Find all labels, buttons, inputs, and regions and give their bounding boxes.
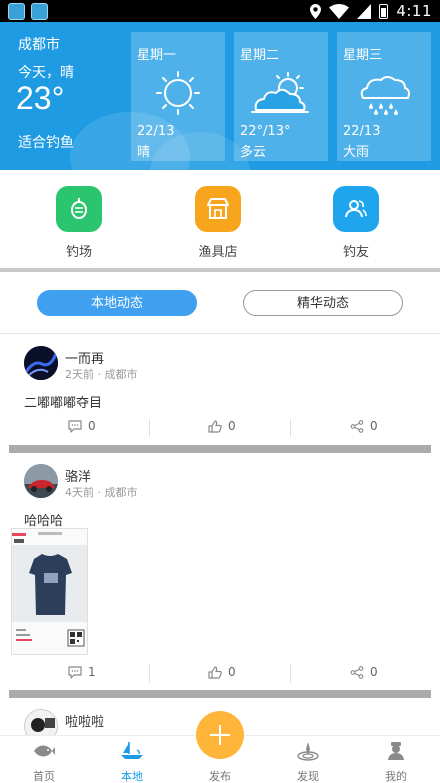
status-time: 4:11: [396, 2, 432, 20]
forecast-condition: 多云: [240, 145, 267, 160]
post-actions: 0 0 0: [0, 419, 440, 439]
nav-profile[interactable]: 我的: [366, 740, 426, 783]
fishing-advice: 适合钓鱼: [18, 135, 74, 151]
thumbs-up-icon: [208, 419, 222, 433]
comment-button[interactable]: 1: [68, 665, 96, 679]
forecast-range: 22/13: [137, 124, 175, 139]
forecast-range: 22/13: [343, 124, 381, 139]
weather-panel[interactable]: 成都市 今天，晴 23° 适合钓鱼 星期一 22/13 晴 星期二 22°/13…: [0, 22, 440, 170]
status-bar: 4:11: [0, 0, 440, 22]
post-actions: 1 0 0: [0, 665, 440, 685]
post-divider: [9, 445, 431, 453]
forecast-card-tuesday[interactable]: 星期二 22°/13° 多云: [234, 32, 328, 161]
quick-entry-bar: 钓场 渔具店 钓友: [0, 170, 440, 268]
nav-label: 首页: [33, 770, 55, 783]
status-icons: 4:11: [310, 2, 432, 20]
comment-icon: [68, 419, 82, 433]
forecast-condition: 晴: [137, 145, 151, 160]
like-count: 0: [228, 419, 236, 433]
action-separator: [149, 419, 150, 437]
quick-entry-fishing-spot[interactable]: 钓场: [34, 186, 124, 260]
nav-discover[interactable]: 发现: [278, 740, 338, 783]
nav-home[interactable]: 首页: [14, 740, 74, 783]
weather-temperature: 23°: [16, 80, 65, 116]
fish-icon: [14, 740, 74, 762]
action-separator: [290, 419, 291, 437]
comment-count: 0: [88, 419, 96, 433]
post-text: 哈哈哈: [24, 514, 64, 529]
weather-today: 今天，晴: [18, 65, 74, 81]
forecast-range: 22°/13°: [240, 124, 291, 139]
notification-app-icon: [31, 3, 48, 20]
quick-entry-friends[interactable]: 钓友: [311, 186, 401, 260]
forecast-condition: 大雨: [343, 145, 370, 160]
plus-icon: [210, 725, 230, 745]
nav-label: 发现: [297, 770, 319, 783]
action-separator: [290, 665, 291, 683]
friends-icon: [333, 186, 379, 232]
location-icon: [310, 3, 322, 19]
feed-post[interactable]: 一而再 2天前 · 成都市 二嘟嘟嘟夺目 0 0 0: [0, 335, 440, 445]
nav-label: 发布: [209, 770, 231, 783]
discover-icon: [278, 740, 338, 762]
battery-icon: [379, 3, 389, 19]
comment-icon: [68, 665, 82, 679]
quick-entry-label: 钓友: [342, 245, 369, 260]
forecast-card-monday[interactable]: 星期一 22/13 晴: [131, 32, 225, 161]
weather-city: 成都市: [18, 37, 60, 53]
forecast-day: 星期二: [240, 48, 280, 63]
share-icon: [350, 419, 364, 433]
share-count: 0: [370, 419, 378, 433]
feed-tabs: 本地动态 精华动态: [0, 272, 440, 334]
like-button[interactable]: 0: [208, 665, 236, 679]
sun-icon: [156, 71, 200, 115]
quick-entry-label: 钓场: [65, 245, 92, 260]
tab-featured-feed[interactable]: 精华动态: [243, 290, 403, 316]
wifi-icon: [329, 3, 350, 19]
comment-button[interactable]: 0: [68, 419, 96, 433]
post-divider: [9, 690, 431, 698]
boat-icon: [102, 740, 162, 762]
share-button[interactable]: 0: [350, 665, 378, 679]
quick-entry-tackle-shop[interactable]: 渔具店: [173, 186, 263, 260]
profile-icon: [366, 740, 426, 762]
tackle-shop-icon: [195, 186, 241, 232]
fishing-spot-icon: [56, 186, 102, 232]
nav-label: 我的: [385, 770, 407, 783]
tab-local-feed[interactable]: 本地动态: [37, 290, 197, 316]
avatar[interactable]: [24, 464, 58, 498]
forecast-day: 星期三: [343, 48, 383, 63]
post-text: 二嘟嘟嘟夺目: [24, 396, 103, 411]
share-count: 0: [370, 665, 378, 679]
post-author[interactable]: 骆洋: [65, 466, 91, 485]
rain-icon: [360, 76, 410, 115]
feed-post[interactable]: 骆洋 4天前 · 成都市 哈哈哈 1 0 0: [0, 453, 440, 690]
partly-cloudy-icon: [251, 72, 309, 113]
nav-local[interactable]: 本地: [102, 740, 162, 783]
post-author[interactable]: 一而再: [65, 348, 104, 367]
nav-label: 本地: [121, 770, 143, 783]
notification-app-icon: [8, 3, 25, 20]
post-image[interactable]: [11, 528, 88, 655]
like-button[interactable]: 0: [208, 419, 236, 433]
share-icon: [350, 665, 364, 679]
thumbs-up-icon: [208, 665, 222, 679]
post-meta: 2天前 · 成都市: [65, 368, 138, 381]
post-meta: 4天前 · 成都市: [65, 486, 138, 499]
publish-button[interactable]: [196, 711, 244, 759]
quick-entry-label: 渔具店: [198, 245, 238, 260]
forecast-day: 星期一: [137, 48, 177, 63]
share-button[interactable]: 0: [350, 419, 378, 433]
action-separator: [149, 665, 150, 683]
like-count: 0: [228, 665, 236, 679]
signal-icon: [357, 3, 372, 19]
post-author[interactable]: 啦啦啦: [65, 711, 104, 730]
comment-count: 1: [88, 665, 96, 679]
avatar[interactable]: [24, 346, 58, 380]
forecast-card-wednesday[interactable]: 星期三 22/13 大雨: [337, 32, 431, 161]
